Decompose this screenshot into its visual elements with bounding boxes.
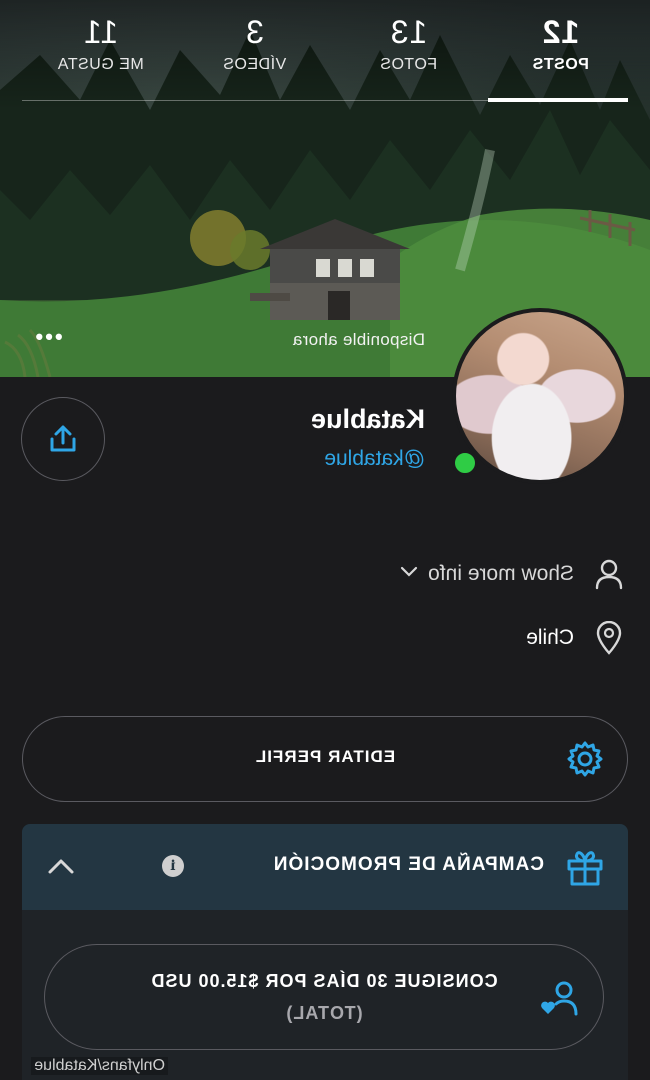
watermark-text: Onlyfans/Katablue bbox=[31, 1057, 168, 1075]
fotos-count: 13 bbox=[389, 14, 428, 50]
user-icon bbox=[592, 557, 626, 591]
more-dots-icon[interactable]: ••• bbox=[28, 324, 68, 352]
profile-handle[interactable]: @katablue bbox=[324, 447, 425, 471]
likes-label: ME GUSTA bbox=[57, 56, 144, 73]
online-status-dot bbox=[452, 450, 478, 476]
location-text: Chile bbox=[526, 626, 574, 649]
chevron-up-icon[interactable] bbox=[44, 850, 78, 884]
promotion-campaign-title: CAMPAÑA DE PROMOCIÓN bbox=[272, 854, 544, 875]
offer-line-2: (TOTAL) bbox=[285, 1003, 363, 1023]
profile-stats-tabs: 12 POSTS 13 FOTOS 3 VÍDEOS 11 ME GUSTA bbox=[22, 14, 628, 106]
promotion-campaign-header[interactable]: CAMPAÑA DE PROMOCIÓN i bbox=[22, 824, 628, 910]
offer-line-1: CONSIGUE 30 DÍAS POR $15.00 USD bbox=[150, 971, 498, 991]
profile-name: Katablue bbox=[310, 404, 425, 434]
active-tab-indicator bbox=[488, 98, 628, 102]
show-more-info-label: Show more info bbox=[428, 562, 574, 585]
avatar[interactable] bbox=[452, 308, 628, 484]
show-more-info-row[interactable]: Show more info bbox=[400, 554, 626, 594]
edit-profile-button[interactable]: EDITAR PERFIL bbox=[22, 716, 628, 802]
avatar-photo bbox=[456, 312, 624, 480]
edit-profile-label: EDITAR PERFIL bbox=[254, 747, 396, 766]
subscribe-offer-button[interactable]: CONSIGUE 30 DÍAS POR $15.00 USD (TOTAL) bbox=[44, 944, 604, 1050]
likes-count: 11 bbox=[82, 14, 119, 50]
location-row: Chile bbox=[526, 618, 626, 658]
posts-label: POSTS bbox=[532, 56, 589, 73]
tab-videos[interactable]: 3 VÍDEOS bbox=[187, 14, 322, 74]
tab-posts[interactable]: 12 POSTS bbox=[493, 14, 628, 74]
videos-count: 3 bbox=[245, 14, 264, 50]
share-button[interactable] bbox=[21, 397, 105, 481]
posts-count: 12 bbox=[541, 14, 580, 50]
promotion-campaign-panel: CAMPAÑA DE PROMOCIÓN i CONSIGUE 30 DÍAS … bbox=[22, 824, 628, 1080]
chevron-down-icon bbox=[400, 565, 418, 583]
availability-status: Disponible ahora bbox=[292, 330, 425, 349]
fotos-label: FOTOS bbox=[379, 56, 438, 73]
location-pin-icon bbox=[592, 621, 626, 655]
share-icon bbox=[50, 425, 76, 452]
tab-fotos[interactable]: 13 FOTOS bbox=[341, 14, 476, 74]
mirrored-profile-screen: 12 POSTS 13 FOTOS 3 VÍDEOS 11 ME GUSTA D… bbox=[0, 0, 650, 1080]
videos-label: VÍDEOS bbox=[222, 56, 287, 73]
tab-me-gusta[interactable]: 11 ME GUSTA bbox=[33, 14, 168, 74]
info-icon[interactable]: i bbox=[162, 855, 184, 877]
gift-icon bbox=[567, 851, 603, 886]
